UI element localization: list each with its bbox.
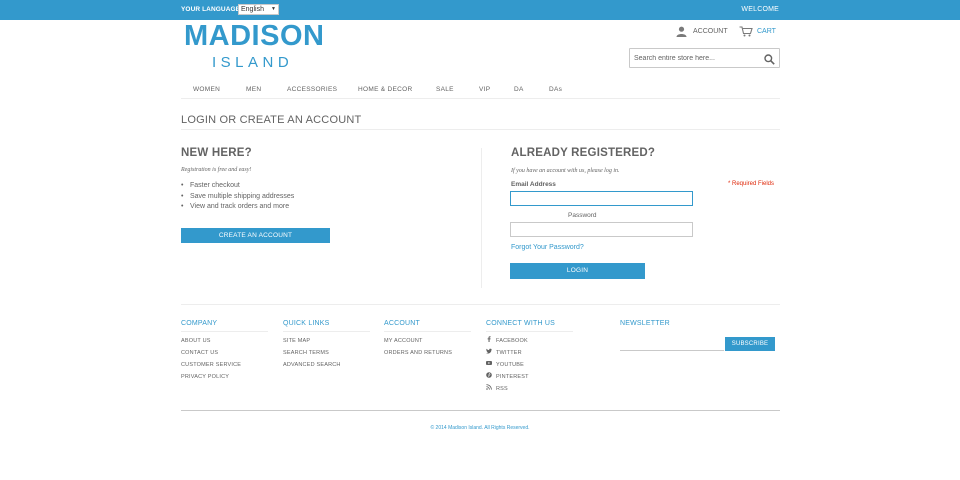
nav-item-men[interactable]: MEN <box>246 86 261 93</box>
welcome-message: WELCOME <box>741 6 779 13</box>
social-label: PINTEREST <box>496 374 529 380</box>
language-label: YOUR LANGUAGE: <box>181 6 243 13</box>
nav-item-vip[interactable]: VIP <box>479 86 490 93</box>
footer-column-title: CONNECT WITH US <box>486 320 573 332</box>
language-select[interactable]: English ▼ <box>238 4 279 15</box>
forgot-password-link[interactable]: Forgot Your Password? <box>511 244 584 251</box>
login-title: ALREADY REGISTERED? <box>511 147 656 159</box>
footer-column-title: QUICK LINKS <box>283 320 370 332</box>
password-label: Password <box>568 212 597 219</box>
footer-column-title: COMPANY <box>181 320 268 332</box>
footer-link-privacy-policy[interactable]: PRIVACY POLICY <box>181 371 268 383</box>
create-account-button[interactable]: CREATE AN ACCOUNT <box>181 228 330 243</box>
nav-item-da[interactable]: DA <box>514 86 524 93</box>
logo-sub-text[interactable]: ISLAND <box>212 54 293 71</box>
footer-link-orders-returns[interactable]: ORDERS AND RETURNS <box>384 347 471 359</box>
newsletter-email-input[interactable] <box>620 337 724 351</box>
social-link-rss[interactable]: RSS <box>486 383 573 395</box>
nav-item-accessories[interactable]: ACCESSORIES <box>287 86 337 93</box>
social-label: TWITTER <box>496 350 522 356</box>
social-link-youtube[interactable]: YOUTUBE <box>486 359 573 371</box>
social-link-pinterest[interactable]: PINTEREST <box>486 371 573 383</box>
pinterest-icon <box>486 371 492 383</box>
email-field[interactable] <box>510 191 693 206</box>
email-label: Email Address <box>511 181 556 188</box>
page-title: LOGIN OR CREATE AN ACCOUNT <box>181 114 362 126</box>
footer-link-site-map[interactable]: SITE MAP <box>283 335 370 347</box>
top-bar: YOUR LANGUAGE: English ▼ WELCOME <box>0 0 960 20</box>
logo-main-text[interactable]: MADISON <box>184 20 324 53</box>
login-subtitle: If you have an account with us, please l… <box>511 168 620 174</box>
new-customer-title: NEW HERE? <box>181 147 252 159</box>
cart-link[interactable]: CART <box>739 26 776 37</box>
rss-icon <box>486 383 492 395</box>
login-button[interactable]: LOGIN <box>510 263 645 279</box>
search-box <box>629 48 780 68</box>
cart-label: CART <box>757 28 776 35</box>
required-fields-note: * Required Fields <box>728 181 775 187</box>
newsletter-title: NEWSLETTER <box>620 320 670 327</box>
copyright-text: © 2014 Madison Island. All Rights Reserv… <box>430 425 530 431</box>
footer-link-contact-us[interactable]: CONTACT US <box>181 347 268 359</box>
footer-link-advanced-search[interactable]: ADVANCED SEARCH <box>283 359 370 371</box>
footer-column-title: ACCOUNT <box>384 320 471 332</box>
social-label: YOUTUBE <box>496 362 524 368</box>
facebook-icon <box>486 335 492 347</box>
subscribe-button[interactable]: SUBSCRIBE <box>725 337 775 351</box>
account-label: ACCOUNT <box>693 28 728 35</box>
footer-link-about-us[interactable]: ABOUT US <box>181 335 268 347</box>
nav-item-sale[interactable]: SALE <box>436 86 454 93</box>
search-input[interactable] <box>634 53 759 64</box>
footer-column-account: ACCOUNT MY ACCOUNT ORDERS AND RETURNS <box>384 320 471 359</box>
nav-item-das[interactable]: DAs <box>549 86 562 93</box>
youtube-icon <box>486 359 492 371</box>
dropdown-arrow-icon: ▼ <box>271 6 276 12</box>
column-divider <box>481 148 482 288</box>
list-item: Save multiple shipping addresses <box>181 193 294 204</box>
list-item: Faster checkout <box>181 182 294 193</box>
footer-link-search-terms[interactable]: SEARCH TERMS <box>283 347 370 359</box>
nav-item-home-decor[interactable]: HOME & DECOR <box>358 86 413 93</box>
footer-link-my-account[interactable]: MY ACCOUNT <box>384 335 471 347</box>
twitter-icon <box>486 347 492 359</box>
social-label: FACEBOOK <box>496 338 528 344</box>
footer-column-quick-links: QUICK LINKS SITE MAP SEARCH TERMS ADVANC… <box>283 320 370 371</box>
footer-bottom-divider <box>181 410 780 411</box>
social-link-twitter[interactable]: TWITTER <box>486 347 573 359</box>
nav-item-women[interactable]: WOMEN <box>193 86 220 93</box>
benefits-list: Faster checkout Save multiple shipping a… <box>181 182 294 214</box>
footer-link-customer-service[interactable]: CUSTOMER SERVICE <box>181 359 268 371</box>
cart-icon <box>739 26 753 37</box>
footer-column-connect: CONNECT WITH US FACEBOOK TWITTER YOUTUBE… <box>486 320 573 395</box>
password-field[interactable] <box>510 222 693 237</box>
social-label: RSS <box>496 386 508 392</box>
social-link-facebook[interactable]: FACEBOOK <box>486 335 573 347</box>
main-navigation: WOMEN MEN ACCESSORIES HOME & DECOR SALE … <box>181 84 780 99</box>
language-selected-value: English <box>241 6 264 13</box>
footer-divider <box>181 304 780 305</box>
footer-column-company: COMPANY ABOUT US CONTACT US CUSTOMER SER… <box>181 320 268 383</box>
search-icon[interactable] <box>764 52 775 70</box>
new-customer-subtitle: Registration is free and easy! <box>181 167 252 173</box>
title-divider <box>181 129 780 130</box>
account-link[interactable]: ACCOUNT <box>676 26 728 37</box>
list-item: View and track orders and more <box>181 203 294 214</box>
user-icon <box>676 26 687 37</box>
